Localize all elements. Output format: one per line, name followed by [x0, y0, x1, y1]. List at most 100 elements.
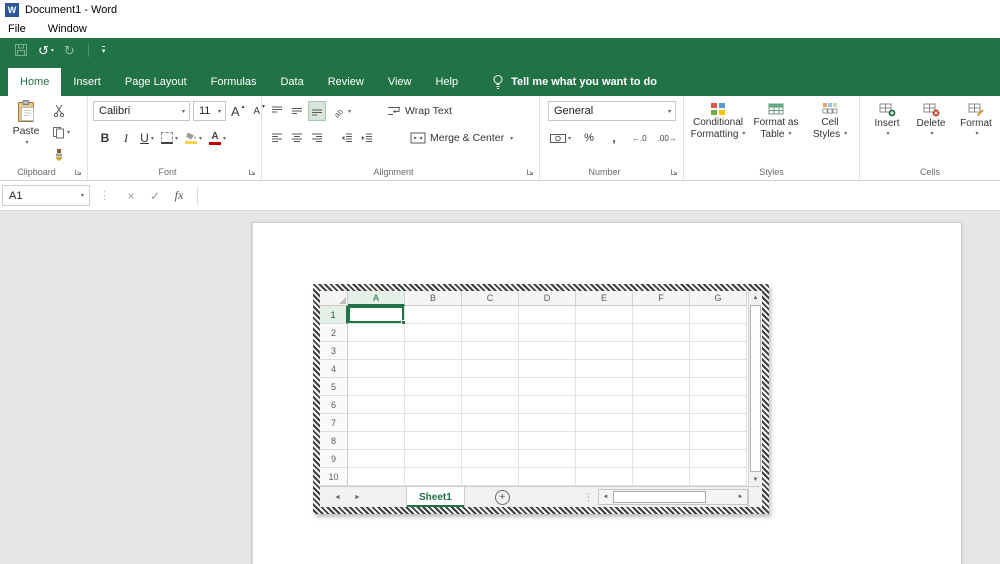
- scroll-up-button[interactable]: ▲: [749, 291, 762, 304]
- format-cells-button[interactable]: Format ▾: [956, 98, 996, 137]
- borders-button[interactable]: ▾: [159, 128, 180, 148]
- tab-page-layout[interactable]: Page Layout: [113, 68, 199, 96]
- column-header-f[interactable]: F: [633, 291, 690, 306]
- cell-c6[interactable]: [462, 396, 519, 414]
- cell-f2[interactable]: [633, 324, 690, 342]
- cell-e1[interactable]: [576, 306, 633, 324]
- percent-style-button[interactable]: %: [580, 128, 598, 148]
- cell-d8[interactable]: [519, 432, 576, 450]
- insert-function-button[interactable]: fx: [167, 188, 191, 203]
- alignment-dialog-launcher[interactable]: [525, 167, 535, 177]
- row-header-4[interactable]: 4: [320, 360, 348, 378]
- cell-b2[interactable]: [405, 324, 462, 342]
- cell-b7[interactable]: [405, 414, 462, 432]
- increase-decimal-button[interactable]: ←.0: [630, 128, 649, 148]
- cell-a4[interactable]: [348, 360, 405, 378]
- cell-a10[interactable]: [348, 468, 405, 486]
- prev-sheet-button[interactable]: ◄: [334, 494, 341, 501]
- cell-a2[interactable]: [348, 324, 405, 342]
- font-color-button[interactable]: A ▾: [207, 128, 228, 148]
- cell-e9[interactable]: [576, 450, 633, 468]
- customize-qat-button[interactable]: ▾: [97, 40, 111, 60]
- cell-c7[interactable]: [462, 414, 519, 432]
- cell-b9[interactable]: [405, 450, 462, 468]
- cell-e3[interactable]: [576, 342, 633, 360]
- column-header-b[interactable]: B: [405, 291, 462, 306]
- word-page[interactable]: ABCDEFG 1 2 3 4 5 6 7 8 9 10 ▲ ▼ ◄ ► Sheet1 +: [252, 222, 962, 564]
- cut-button[interactable]: [50, 100, 68, 120]
- cell-c9[interactable]: [462, 450, 519, 468]
- cell-e2[interactable]: [576, 324, 633, 342]
- scroll-down-button[interactable]: ▼: [749, 473, 762, 486]
- cell-e10[interactable]: [576, 468, 633, 486]
- row-header-7[interactable]: 7: [320, 414, 348, 432]
- cell-b1[interactable]: [405, 306, 462, 324]
- insert-cells-button[interactable]: Insert ▾: [868, 98, 906, 137]
- new-sheet-button[interactable]: +: [494, 489, 510, 505]
- font-name-combo[interactable]: Calibri ▾: [93, 101, 190, 121]
- cell-f7[interactable]: [633, 414, 690, 432]
- cancel-button[interactable]: ×: [119, 189, 143, 203]
- cell-f4[interactable]: [633, 360, 690, 378]
- cell-c4[interactable]: [462, 360, 519, 378]
- cell-f3[interactable]: [633, 342, 690, 360]
- menu-file[interactable]: File: [8, 23, 26, 35]
- tab-data[interactable]: Data: [268, 68, 315, 96]
- column-header-d[interactable]: D: [519, 291, 576, 306]
- cell-f10[interactable]: [633, 468, 690, 486]
- bold-button[interactable]: B: [96, 128, 114, 148]
- accounting-format-button[interactable]: ▾: [548, 128, 573, 148]
- row-header-2[interactable]: 2: [320, 324, 348, 342]
- row-header-8[interactable]: 8: [320, 432, 348, 450]
- redo-button[interactable]: ↻: [59, 40, 80, 60]
- align-right-button[interactable]: [308, 128, 326, 148]
- format-painter-button[interactable]: [50, 144, 68, 164]
- cell-d4[interactable]: [519, 360, 576, 378]
- scroll-left-button[interactable]: ◄: [599, 490, 612, 504]
- horizontal-scroll-track[interactable]: [612, 490, 734, 504]
- cell-f9[interactable]: [633, 450, 690, 468]
- cell-a7[interactable]: [348, 414, 405, 432]
- cell-d1[interactable]: [519, 306, 576, 324]
- cell-g4[interactable]: [690, 360, 747, 378]
- row-header-3[interactable]: 3: [320, 342, 348, 360]
- cell-e4[interactable]: [576, 360, 633, 378]
- cell-b6[interactable]: [405, 396, 462, 414]
- tab-insert[interactable]: Insert: [61, 68, 113, 96]
- vertical-scroll-thumb[interactable]: [750, 305, 761, 472]
- horizontal-scrollbar[interactable]: ◄ ►: [598, 489, 748, 505]
- font-dialog-launcher[interactable]: [247, 167, 257, 177]
- font-size-dropdown-icon[interactable]: ▾: [214, 108, 225, 115]
- format-as-table-button[interactable]: Format as Table ▾: [750, 98, 802, 140]
- embedded-excel-object[interactable]: ABCDEFG 1 2 3 4 5 6 7 8 9 10 ▲ ▼ ◄ ► Sheet1 +: [313, 284, 769, 514]
- cell-f1[interactable]: [633, 306, 690, 324]
- fill-color-button[interactable]: ▾: [183, 128, 204, 148]
- cell-a8[interactable]: [348, 432, 405, 450]
- cell-styles-button[interactable]: Cell Styles ▾: [806, 98, 854, 140]
- cell-g5[interactable]: [690, 378, 747, 396]
- tab-help[interactable]: Help: [423, 68, 470, 96]
- merge-center-button[interactable]: Merge & Center ▾: [410, 132, 513, 144]
- cell-e5[interactable]: [576, 378, 633, 396]
- cell-b5[interactable]: [405, 378, 462, 396]
- sheet-tab-sheet1[interactable]: Sheet1: [406, 487, 465, 507]
- cell-c3[interactable]: [462, 342, 519, 360]
- cell-b4[interactable]: [405, 360, 462, 378]
- next-sheet-button[interactable]: ►: [354, 494, 361, 501]
- tab-formulas[interactable]: Formulas: [199, 68, 269, 96]
- clipboard-dialog-launcher[interactable]: [73, 167, 83, 177]
- align-center-button[interactable]: [288, 128, 306, 148]
- tell-me-box[interactable]: Tell me what you want to do: [492, 68, 657, 96]
- cell-a3[interactable]: [348, 342, 405, 360]
- cell-g9[interactable]: [690, 450, 747, 468]
- vertical-scrollbar[interactable]: ▲ ▼: [748, 291, 762, 486]
- cell-e8[interactable]: [576, 432, 633, 450]
- cell-c8[interactable]: [462, 432, 519, 450]
- menu-window[interactable]: Window: [48, 23, 87, 35]
- cell-g1[interactable]: [690, 306, 747, 324]
- align-left-button[interactable]: [268, 128, 286, 148]
- tab-home[interactable]: Home: [8, 68, 62, 96]
- column-header-a[interactable]: A: [348, 291, 405, 306]
- row-header-6[interactable]: 6: [320, 396, 348, 414]
- cell-b3[interactable]: [405, 342, 462, 360]
